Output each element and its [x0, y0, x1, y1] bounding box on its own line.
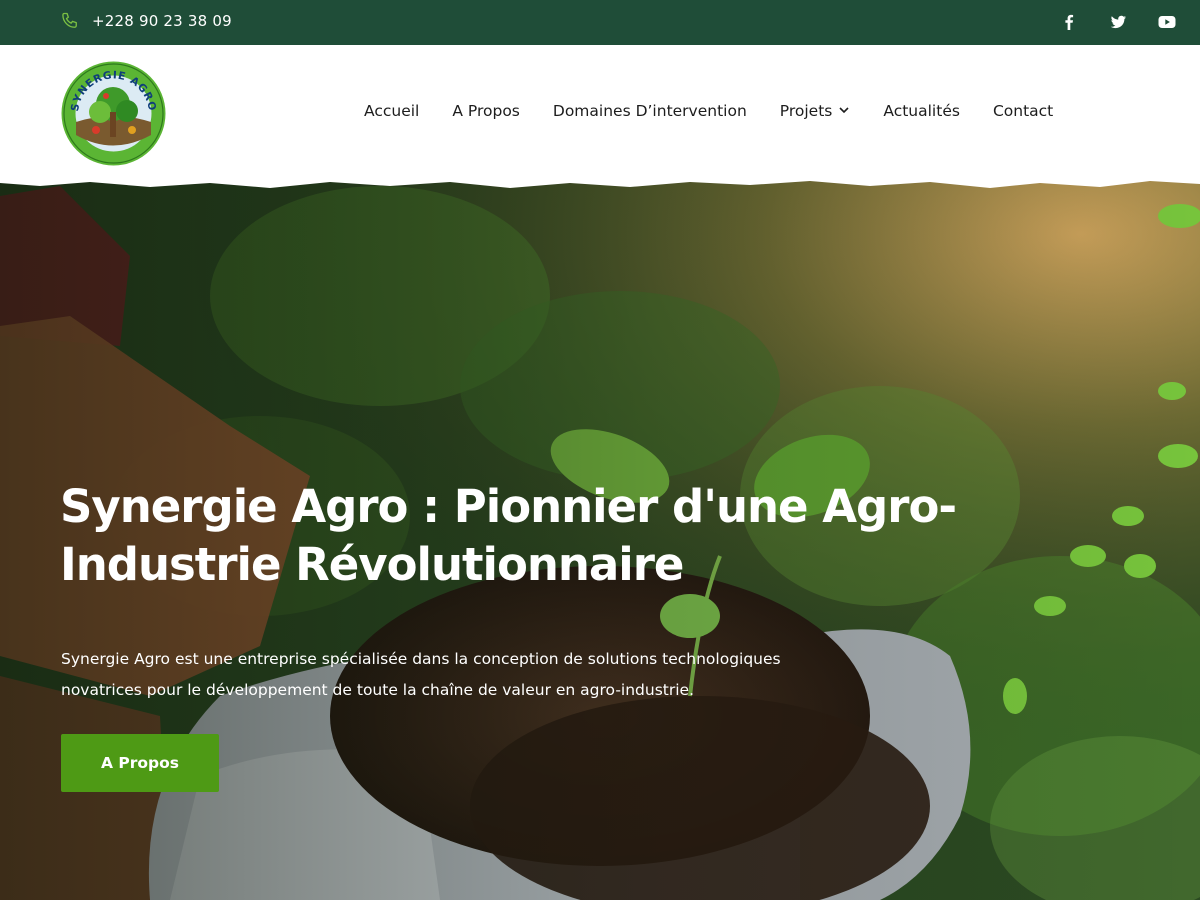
nav-item-projets[interactable]: Projets	[780, 102, 851, 120]
twitter-icon[interactable]	[1107, 11, 1129, 33]
main-nav: Accueil A Propos Domaines D’intervention…	[364, 102, 1053, 120]
youtube-icon[interactable]	[1156, 11, 1178, 33]
nav-item-contact[interactable]: Contact	[993, 102, 1053, 120]
hero-desc-line1: Synergie Agro est une entreprise spécial…	[61, 650, 781, 668]
phone-number: +228 90 23 38 09	[92, 12, 232, 30]
hero-title: Synergie Agro : Pionnier d'une Agro- Ind…	[60, 478, 1060, 594]
site-logo[interactable]: SYNERGIE AGRO	[60, 60, 167, 167]
nav-item-a-propos[interactable]: A Propos	[452, 102, 520, 120]
hero-description: Synergie Agro est une entreprise spécial…	[61, 644, 801, 706]
nav-item-domaines[interactable]: Domaines D’intervention	[553, 102, 747, 120]
phone-icon	[60, 11, 80, 31]
top-bar: +228 90 23 38 09	[0, 0, 1200, 45]
hero-desc-line2: novatrices pour le développement de tout…	[61, 681, 695, 699]
nav-item-label: Domaines D’intervention	[552, 102, 747, 120]
site-header: SYNERGIE AGRO Accueil A Propos Domaines …	[0, 45, 1200, 185]
phone-contact[interactable]: +228 90 23 38 09	[60, 11, 232, 31]
nav-item-actualites[interactable]: Actualités	[883, 102, 960, 120]
nav-item-label: Actualités	[883, 102, 960, 120]
a-propos-button[interactable]: A Propos	[61, 734, 219, 792]
chevron-down-icon	[838, 102, 850, 120]
nav-item-label: A Propos	[452, 102, 520, 120]
facebook-icon[interactable]	[1058, 11, 1080, 33]
hero-title-line2: Industrie Révolutionnaire	[60, 538, 684, 591]
nav-item-label: Accueil	[364, 102, 420, 120]
nav-item-label: Projets	[779, 102, 833, 120]
hero-section: Synergie Agro : Pionnier d'une Agro- Ind…	[0, 176, 1200, 900]
nav-item-label: Contact	[992, 102, 1054, 120]
social-links	[1058, 11, 1178, 33]
nav-item-accueil[interactable]: Accueil	[364, 102, 419, 120]
hero-title-line1: Synergie Agro : Pionnier d'une Agro-	[60, 480, 957, 533]
